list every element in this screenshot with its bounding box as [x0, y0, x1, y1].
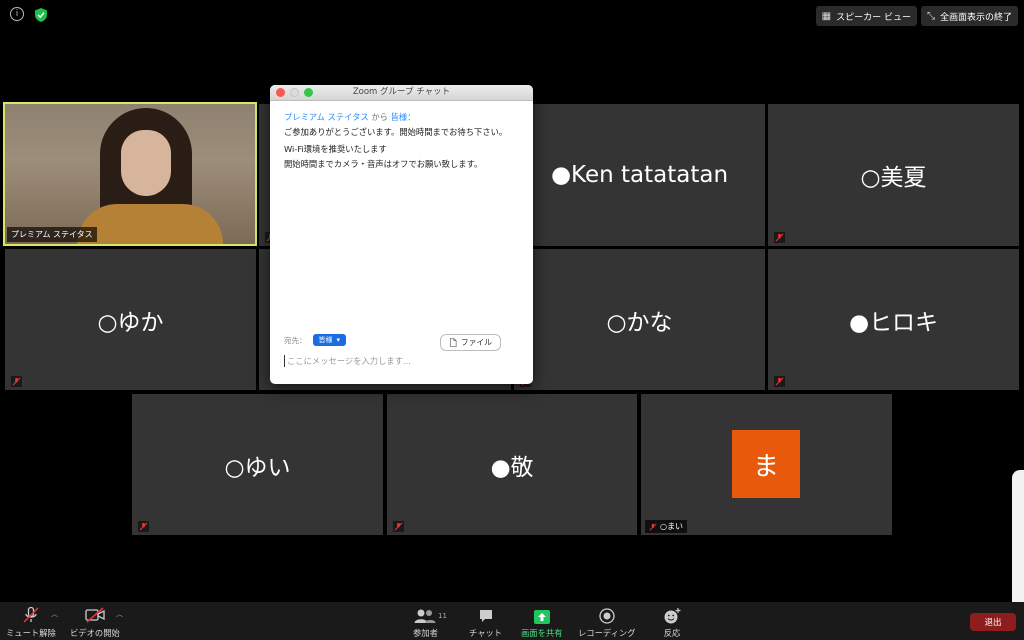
participant-name: ○ゆか	[97, 309, 164, 336]
chat-message: Wi-Fi環境を推奨いたします	[284, 144, 387, 154]
participant-tile[interactable]: ○美夏	[768, 104, 1019, 246]
leave-meeting-button[interactable]: 退出	[970, 613, 1016, 631]
top-right-controls: ▦ スピーカー ビュー ⤡ 全画面表示の終了	[815, 6, 1018, 26]
recipient-dropdown[interactable]: 皆様 ▾	[312, 334, 347, 346]
chat-footer: 宛先： 皆様 ▾ ファイル	[284, 334, 519, 351]
audio-options-caret[interactable]: ︿	[51, 609, 58, 619]
participant-name: ○美夏	[860, 165, 927, 191]
unmute-button[interactable]: ミュート解除	[6, 606, 56, 639]
share-screen-icon	[533, 606, 550, 624]
video-options-caret[interactable]: ︿	[116, 609, 123, 619]
from-word: から	[371, 112, 388, 122]
chat-message: 開始時間までカメラ・音声はオフでお願い致します。	[284, 159, 483, 169]
participant-name: ●ヒロキ	[848, 309, 939, 336]
chat-messages: プレミアム ステイタス から 皆様： ご参加ありがとうございます。開始時間までお…	[270, 101, 533, 172]
zoom-window-button[interactable]	[304, 88, 313, 97]
video-off-icon	[84, 606, 106, 624]
participant-tile[interactable]: ○かな	[514, 249, 765, 390]
muted-mic-icon	[774, 376, 785, 387]
message-header: プレミアム ステイタス から 皆様：	[284, 110, 519, 125]
speaker-view-button[interactable]: ▦ スピーカー ビュー	[815, 6, 917, 26]
participant-name-chip: ○まい	[645, 520, 687, 533]
close-window-button[interactable]	[276, 88, 285, 97]
speaker-view-icon: ▦	[821, 10, 832, 22]
start-video-button[interactable]: ビデオの開始	[70, 606, 120, 639]
participant-tile[interactable]: ●ヒロキ	[768, 249, 1019, 390]
muted-mic-icon	[393, 521, 404, 532]
share-screen-button[interactable]: 画面を共有	[521, 606, 563, 639]
muted-mic-icon	[22, 606, 40, 624]
document-icon	[449, 338, 457, 347]
participant-tile[interactable]: ま ○まい	[641, 394, 892, 535]
record-icon	[599, 606, 615, 624]
recording-button[interactable]: レコーディング	[578, 606, 636, 639]
participant-name: ○かな	[606, 309, 673, 336]
exit-fullscreen-button[interactable]: ⤡ 全画面表示の終了	[920, 6, 1018, 26]
to-label: 宛先：	[284, 335, 307, 345]
participant-name-label: プレミアム ステイタス	[7, 227, 97, 242]
reactions-button[interactable]: 反応	[663, 606, 681, 639]
encryption-shield-icon[interactable]	[34, 7, 48, 22]
participant-avatar: ま	[732, 430, 800, 498]
muted-mic-icon	[138, 521, 149, 532]
file-button[interactable]: ファイル	[439, 334, 501, 351]
muted-mic-icon	[774, 232, 785, 243]
meeting-toolbar: ミュート解除 ︿ ビデオの開始 ︿ 参加者 11 チャット 画面を共有 レコーデ…	[0, 602, 1024, 640]
participants-count: 11	[438, 612, 447, 620]
chat-bubble-icon	[478, 606, 494, 624]
participant-tile[interactable]: ○ゆか	[5, 249, 256, 390]
participant-tile[interactable]: ●Ken tatatatan	[514, 104, 765, 246]
participant-name: ●Ken tatatatan	[550, 162, 729, 188]
muted-mic-icon	[11, 376, 22, 387]
participants-icon	[414, 606, 436, 624]
participants-button[interactable]: 参加者	[413, 606, 438, 639]
message-sender[interactable]: プレミアム ステイタス	[284, 112, 369, 122]
minimize-window-button[interactable]	[290, 88, 299, 97]
message-recipient: 皆様：	[390, 112, 416, 122]
participant-name: ●敬	[490, 454, 534, 481]
top-left-icons: i	[10, 7, 48, 22]
side-panel-handle[interactable]	[1012, 470, 1024, 612]
participant-tile[interactable]: ○ゆい	[132, 394, 383, 535]
group-chat-window[interactable]: Zoom グループ チャット プレミアム ステイタス から 皆様： ご参加ありが…	[270, 85, 533, 384]
participant-name: ○ゆい	[224, 454, 291, 481]
chevron-down-icon: ▾	[336, 336, 341, 344]
chat-titlebar[interactable]: Zoom グループ チャット	[270, 85, 533, 101]
exit-fullscreen-icon: ⤡	[926, 10, 935, 22]
chat-button[interactable]: チャット	[469, 606, 502, 639]
participant-tile[interactable]: ●敬	[387, 394, 637, 535]
info-icon[interactable]: i	[10, 7, 24, 21]
chat-message: ご参加ありがとうございます。開始時間までお待ち下さい。	[284, 127, 508, 137]
chat-message-input[interactable]: ここにメッセージを入力します...	[284, 355, 519, 367]
muted-mic-icon	[649, 522, 657, 531]
active-speaker-video-tile[interactable]: プレミアム ステイタス	[3, 102, 257, 246]
smiley-plus-icon	[663, 606, 681, 624]
